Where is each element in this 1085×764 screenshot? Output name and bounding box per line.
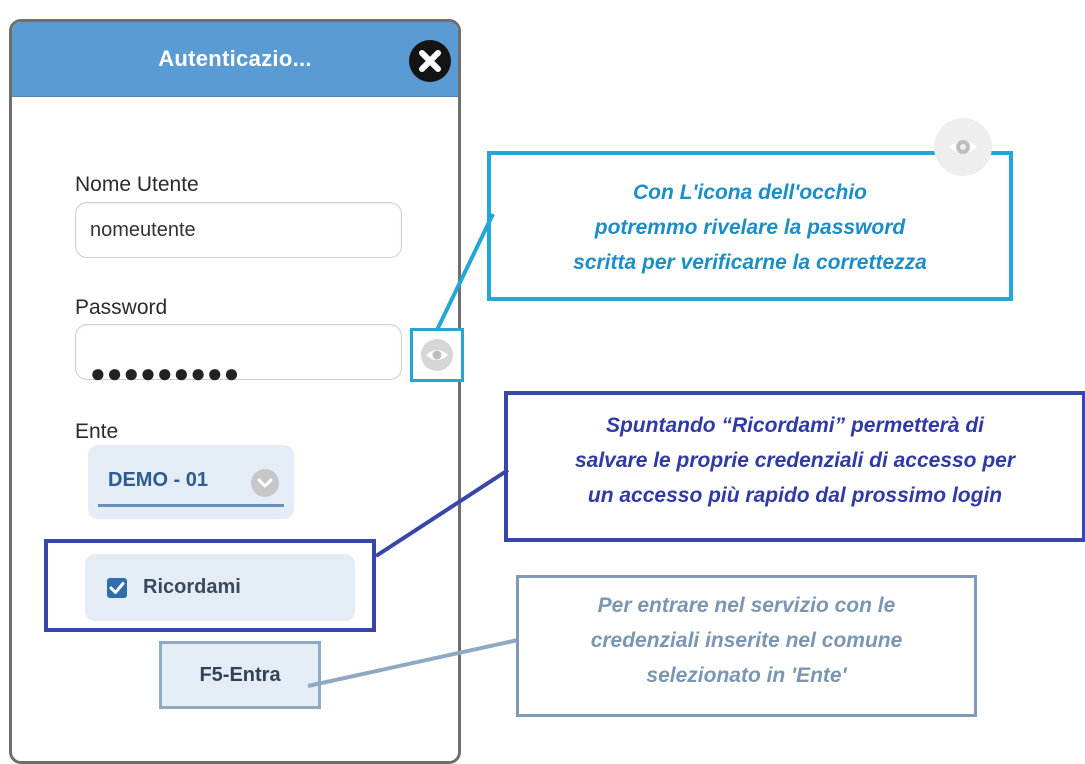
callout-remember: Spuntando “Ricordami” permetterà di salv… — [504, 391, 1085, 542]
ente-underline — [98, 504, 284, 507]
ente-label: Ente — [75, 420, 119, 443]
callout-line: Con L'icona dell'occhio — [632, 181, 867, 204]
chevron-down-icon — [251, 469, 279, 497]
reveal-password-button[interactable] — [410, 328, 464, 382]
ente-selected-value: DEMO - 01 — [108, 469, 209, 491]
username-label: Nome Utente — [75, 173, 199, 196]
callout-line: selezionato in 'Ente' — [646, 664, 847, 687]
callout-enter: Per entrare nel servizio con le credenzi… — [516, 575, 977, 717]
remember-me-toggle[interactable]: Ricordami — [85, 554, 355, 621]
callout-line: Per entrare nel servizio con le — [597, 594, 896, 617]
eye-icon — [421, 339, 453, 371]
close-icon[interactable] — [409, 40, 451, 82]
password-input[interactable] — [75, 324, 402, 380]
remember-me-label: Ricordami — [143, 576, 241, 598]
username-input[interactable] — [75, 202, 402, 258]
dialog-title: Autenticazio... — [158, 46, 312, 71]
checkbox-checked-icon[interactable] — [107, 578, 127, 598]
enter-button[interactable]: F5-Entra — [159, 641, 321, 709]
eye-icon — [934, 118, 992, 176]
callout-line: potremmo rivelare la password — [594, 216, 906, 239]
callout-line: Spuntando “Ricordami” permetterà di — [605, 414, 985, 437]
dialog-header: Autenticazio... — [12, 22, 458, 97]
password-label: Password — [75, 296, 168, 319]
ente-select[interactable]: DEMO - 01 — [88, 445, 294, 519]
login-dialog: Autenticazio... Nome Utente Password ●●●… — [9, 19, 461, 764]
callout-line: scritta per verificarne la correttezza — [573, 251, 927, 274]
callout-line: un accesso più rapido dal prossimo login — [587, 484, 1003, 507]
callout-line: credenziali inserite nel comune — [590, 629, 903, 652]
callout-line: salvare le proprie credenziali di access… — [574, 449, 1016, 472]
